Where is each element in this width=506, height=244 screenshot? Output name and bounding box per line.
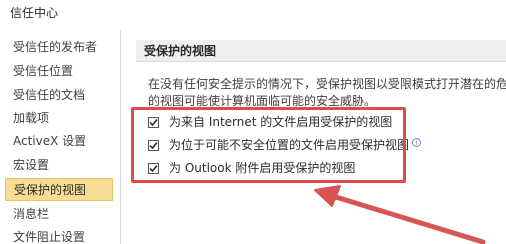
check-icon <box>149 118 158 126</box>
description-text: 在没有任何安全提示的情况下，受保护视图以受限模式打开潜在的危险文件 的视图可能使… <box>148 76 506 110</box>
sidebar: 受信任的发布者 受信任位置 受信任的文档 加载项 ActiveX 设置 宏设置 … <box>0 30 121 244</box>
sidebar-item-add-ins[interactable]: 加载项 <box>5 107 113 130</box>
sidebar-item-message-bar[interactable]: 消息栏 <box>5 203 113 226</box>
option-outlook-attachments[interactable]: 为 Outlook 附件启用受保护的视图 <box>148 159 355 177</box>
sidebar-item-trusted-documents[interactable]: 受信任的文档 <box>5 84 113 107</box>
description-line-1: 在没有任何安全提示的情况下，受保护视图以受限模式打开潜在的危险文件 <box>148 77 506 91</box>
outlook-attachments-label: 为 Outlook 附件启用受保护的视图 <box>169 161 356 175</box>
internet-files-label: 为来自 Internet 的文件启用受保护的视图 <box>169 115 393 129</box>
sidebar-item-file-block-settings[interactable]: 文件阻止设置 <box>5 226 113 244</box>
protected-view-panel: 受保护的视图 在没有任何安全提示的情况下，受保护视图以受限模式打开潜在的危险文件… <box>126 30 506 244</box>
sidebar-item-trusted-locations[interactable]: 受信任位置 <box>5 60 113 83</box>
trust-center-window: 信任中心 受信任的发布者 受信任位置 受信任的文档 加载项 ActiveX 设置… <box>0 0 506 244</box>
internet-files-checkbox[interactable] <box>148 116 159 128</box>
check-icon <box>149 141 158 149</box>
sidebar-item-macro-settings[interactable]: 宏设置 <box>5 154 113 177</box>
unsafe-locations-label: 为位于可能不安全位置的文件启用受保护视图 <box>169 138 410 152</box>
info-icon[interactable]: i <box>412 137 422 147</box>
check-icon <box>149 164 158 172</box>
section-title: 受保护的视图 <box>136 40 506 62</box>
sidebar-item-activex-settings[interactable]: ActiveX 设置 <box>5 130 113 153</box>
window-title: 信任中心 <box>10 6 59 20</box>
option-unsafe-locations[interactable]: 为位于可能不安全位置的文件启用受保护视图 i <box>148 136 422 154</box>
description-line-2: 的视图可能使计算机面临可能的安全威胁。 <box>148 94 377 108</box>
sidebar-item-trusted-publishers[interactable]: 受信任的发布者 <box>5 36 113 59</box>
outlook-attachments-checkbox[interactable] <box>148 162 159 174</box>
option-internet-files[interactable]: 为来自 Internet 的文件启用受保护的视图 <box>148 113 392 131</box>
unsafe-locations-checkbox[interactable] <box>148 139 159 151</box>
sidebar-item-protected-view[interactable]: 受保护的视图 <box>5 178 113 201</box>
